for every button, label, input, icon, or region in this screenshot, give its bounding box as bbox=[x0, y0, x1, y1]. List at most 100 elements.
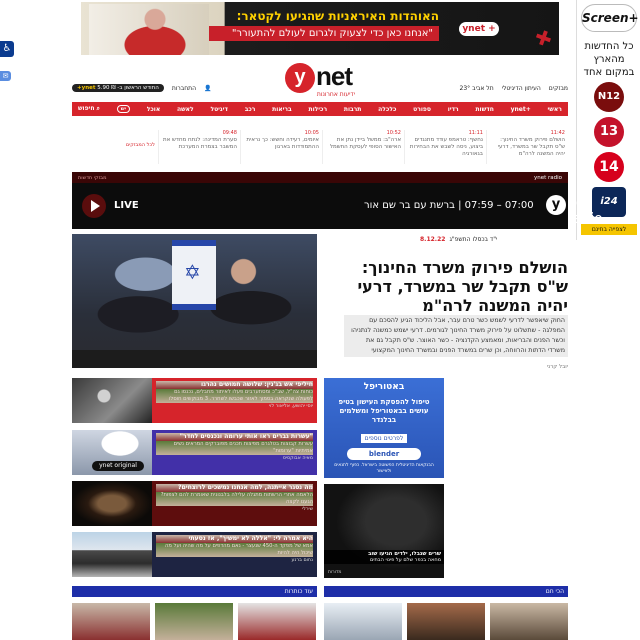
headline-tile[interactable] bbox=[72, 603, 150, 640]
story-author: נחום ברנע bbox=[291, 558, 313, 563]
user-icon[interactable]: 👤 bbox=[204, 85, 211, 92]
ticker-time: 10:05 bbox=[304, 130, 319, 136]
ticker-text: נחשף: טראמפ עודד מתנגדים ביצוע, ניסה לשב… bbox=[409, 137, 483, 157]
newspaper-link[interactable]: העיתון הדיגיטלי bbox=[502, 85, 541, 92]
main-nav: ראשי +ynet חדשות רדיו ספורט כלכלה תרבות … bbox=[72, 102, 568, 116]
main-headline-text: הושלם פירוק משרד החינוך: ש"ס תקבל שר במש… bbox=[357, 258, 568, 315]
story-text: "עשרות גברים ראו אותי ערומה ונכנסים לחדר… bbox=[152, 430, 317, 475]
section-more-headlines[interactable]: עוד כותרות bbox=[72, 586, 317, 597]
story-author: יוסי יהושע, אליאור לוי bbox=[269, 404, 313, 409]
ticker-time: 11:42 bbox=[550, 130, 565, 136]
chat-icon[interactable]: ✉ bbox=[0, 71, 11, 81]
all-flashes-link[interactable]: לכל המבזקים bbox=[76, 130, 158, 164]
play-icon[interactable] bbox=[82, 194, 106, 218]
search-icon: ⌕ bbox=[96, 105, 100, 112]
story-author: שירלי bbox=[302, 507, 313, 512]
ticker-item[interactable]: 10:05 איומים, רעידה וחשש: כך נראית ההתמוד… bbox=[240, 130, 322, 164]
nav-item-sport[interactable]: ספורט bbox=[413, 106, 431, 113]
story-item[interactable]: חיליפי אש בג'נין: שלושה חמושים נהרגו כוח… bbox=[72, 378, 317, 423]
nav-item-digital[interactable]: דיגיטל bbox=[210, 106, 227, 113]
nav-item-cars[interactable]: רכב bbox=[245, 106, 256, 113]
hebrew-date: י"ד בכסלו התשפ"ג bbox=[449, 235, 498, 243]
nav-item-women[interactable]: לאשה bbox=[177, 106, 194, 113]
video-label: מדורות bbox=[328, 570, 342, 575]
ad-subline: "אנחנו כאן כדי לצעוק ולגרום לעולם להתעור… bbox=[209, 26, 439, 41]
nav-item-food[interactable]: אוכל bbox=[147, 106, 160, 113]
hot-tile[interactable] bbox=[490, 603, 568, 640]
story-summary: כוחות צה"ל, שב"כ ומסתערבים פעלו לאיתור מ… bbox=[156, 389, 313, 403]
login-link[interactable]: התחברות bbox=[172, 85, 196, 92]
radio-player: LIVE 07:00 – 07:59 | ברשת עם בר שם אור y… bbox=[72, 183, 603, 229]
header-left: 👤 התחברות החודש הראשון ב- ₪ 5.90 ynet+ bbox=[72, 83, 212, 93]
ticker-item[interactable]: 09:48 סערת המדינה: לנתח מחדש את המשבר בצמ… bbox=[158, 130, 240, 164]
nav-item-culture[interactable]: תרבות bbox=[344, 106, 362, 113]
main-story-image[interactable] bbox=[72, 234, 317, 368]
main-headline[interactable]: הושלם פירוק משרד החינוך: ש"ס תקבל שר במש… bbox=[344, 258, 568, 315]
channel-14-icon: 14 bbox=[594, 152, 624, 182]
blender-logo: blender bbox=[347, 448, 421, 460]
main-subtext[interactable]: החוק שיאפשר לדרעי לשמש כשר טרם עבר, אבל … bbox=[344, 315, 568, 357]
story-author: מאיה אבוקסיס bbox=[282, 456, 313, 461]
plus-icon: ✚ bbox=[531, 23, 556, 53]
nav-search-label: חיפוש bbox=[78, 105, 95, 112]
date-row: 8.12.22 י"ד בכסלו התשפ"ג bbox=[420, 234, 568, 244]
ticker-item[interactable]: 11:42 הושלם פירוק משרד החינוך: ש"ס תקבל ש… bbox=[486, 130, 568, 164]
top-ad-banner[interactable]: האוהדות האיראניות שהגיעו לקטאר: "אנחנו כ… bbox=[81, 2, 559, 55]
story-thumb: ynet original bbox=[72, 430, 152, 475]
channel-13-icon: 13 bbox=[594, 117, 624, 147]
story-summary: הלאמה אחרי הרשתות מתגלה עלילה בלבנונית ש… bbox=[156, 492, 313, 506]
story-title: "עשרות גברים ראו אותי ערומה ונכנסים לחדר… bbox=[156, 433, 313, 441]
nav-item-radio[interactable]: רדיו bbox=[448, 106, 459, 113]
story-item[interactable]: מה נסגר אייתנה, למה אנחנו נמשכים לרוצחים… bbox=[72, 481, 317, 526]
story-thumb bbox=[72, 532, 152, 577]
ticker-item[interactable]: 11:11 נחשף: טראמפ עודד מתנגדים ביצוע, ניס… bbox=[404, 130, 486, 164]
ynet-logo[interactable]: y net ידיעות אחרונות bbox=[285, 61, 357, 98]
ticker-text: איומים, רעידה וחשש: כך נראית ההתמודדות ב… bbox=[246, 137, 319, 150]
story-item[interactable]: היא אמרה לי: "אללה לא ימשיך", אז נסעתי א… bbox=[72, 532, 317, 577]
accessibility-icon[interactable]: ♿ bbox=[0, 41, 14, 57]
ticker-text: סערת המדינה: לנתח מחדש את המשבר בצמרת המ… bbox=[163, 137, 237, 150]
flag-image bbox=[172, 240, 216, 310]
nav-item-ynet-plus[interactable]: +ynet bbox=[511, 106, 531, 113]
header-right: מבזקים העיתון הדיגיטלי תל אביב 23° bbox=[460, 83, 568, 93]
nav-item-news[interactable]: חדשות bbox=[475, 106, 493, 113]
logo-net: net bbox=[316, 61, 353, 91]
news-ticker: 11:42 הושלם פירוק משרד החינוך: ש"ס תקבל ש… bbox=[72, 130, 568, 164]
date: 8.12.22 bbox=[420, 235, 446, 243]
subscribe-text: החודש הראשון ב- bbox=[117, 85, 159, 91]
headline-tile[interactable] bbox=[155, 603, 233, 640]
radio-header: ynet radio מבזקי חדשות bbox=[72, 172, 568, 183]
section-hottest[interactable]: הכי חם bbox=[324, 586, 568, 597]
story-title: מה נסגר אייתנה, למה אנחנו נמשכים לרוצחים… bbox=[156, 484, 313, 492]
video-caption: שרים שנבלו, ילדים הגיעו שוב מחאה בכפר של… bbox=[324, 550, 444, 564]
mid-ad[interactable]: באטוריפל טיפול להפסקת העישון בטיפ עושים … bbox=[324, 378, 444, 478]
story-title: היא אמרה לי: "אללה לא ימשיך", אז נסעתי bbox=[156, 535, 313, 543]
ticker-text: ארה"ב: ממשל ביידן נתן את האישור הסופי לע… bbox=[329, 137, 401, 150]
hot-tile[interactable] bbox=[407, 603, 485, 640]
hot-tile[interactable] bbox=[324, 603, 402, 640]
nav-item-economy[interactable]: כלכלה bbox=[378, 106, 396, 113]
ticker-time: 11:11 bbox=[468, 130, 483, 136]
headline-tile[interactable] bbox=[238, 603, 316, 640]
weather-widget[interactable]: תל אביב 23° bbox=[460, 85, 494, 92]
radio-show: 07:00 – 07:59 | ברשת עם בר שם אור bbox=[364, 200, 534, 211]
nav-item-yesh[interactable]: יש bbox=[116, 105, 130, 113]
story-text: מה נסגר אייתנה, למה אנחנו נמשכים לרוצחים… bbox=[152, 481, 317, 526]
radio-logo-icon: y bbox=[546, 195, 566, 215]
nav-item-gossip[interactable]: רכילות bbox=[309, 106, 328, 113]
subscribe-button[interactable]: החודש הראשון ב- ₪ 5.90 ynet+ bbox=[72, 84, 164, 92]
mid-ad-headline: טיפול להפסקת העישון בטיפ עושים בבאטוריפל… bbox=[338, 398, 430, 424]
video-box[interactable]: שרים שנבלו, ילדים הגיעו שוב מחאה בכפר של… bbox=[324, 484, 444, 578]
mid-ad-button[interactable]: לפרטים נוספים bbox=[360, 434, 408, 443]
ticker-time: 10:52 bbox=[386, 130, 401, 136]
ticker-item[interactable]: 10:52 ארה"ב: ממשל ביידן נתן את האישור הסו… bbox=[322, 130, 404, 164]
ad-headline: האוהדות האיראניות שהגיעו לקטאר: bbox=[236, 9, 439, 23]
story-summary: עשרות קבוצות בטלגרם מפיצות תכנים מפוברקי… bbox=[156, 441, 313, 455]
flash-link[interactable]: מבזקים bbox=[549, 85, 568, 92]
radio-logo-text: net radio bbox=[567, 195, 603, 227]
nav-search[interactable]: ⌕ חיפוש bbox=[78, 105, 100, 113]
nav-item-home[interactable]: ראשי bbox=[548, 106, 562, 113]
story-thumb bbox=[72, 481, 152, 526]
story-item[interactable]: ynet original "עשרות גברים ראו אותי ערומ… bbox=[72, 430, 317, 475]
nav-item-health[interactable]: בריאות bbox=[272, 106, 292, 113]
